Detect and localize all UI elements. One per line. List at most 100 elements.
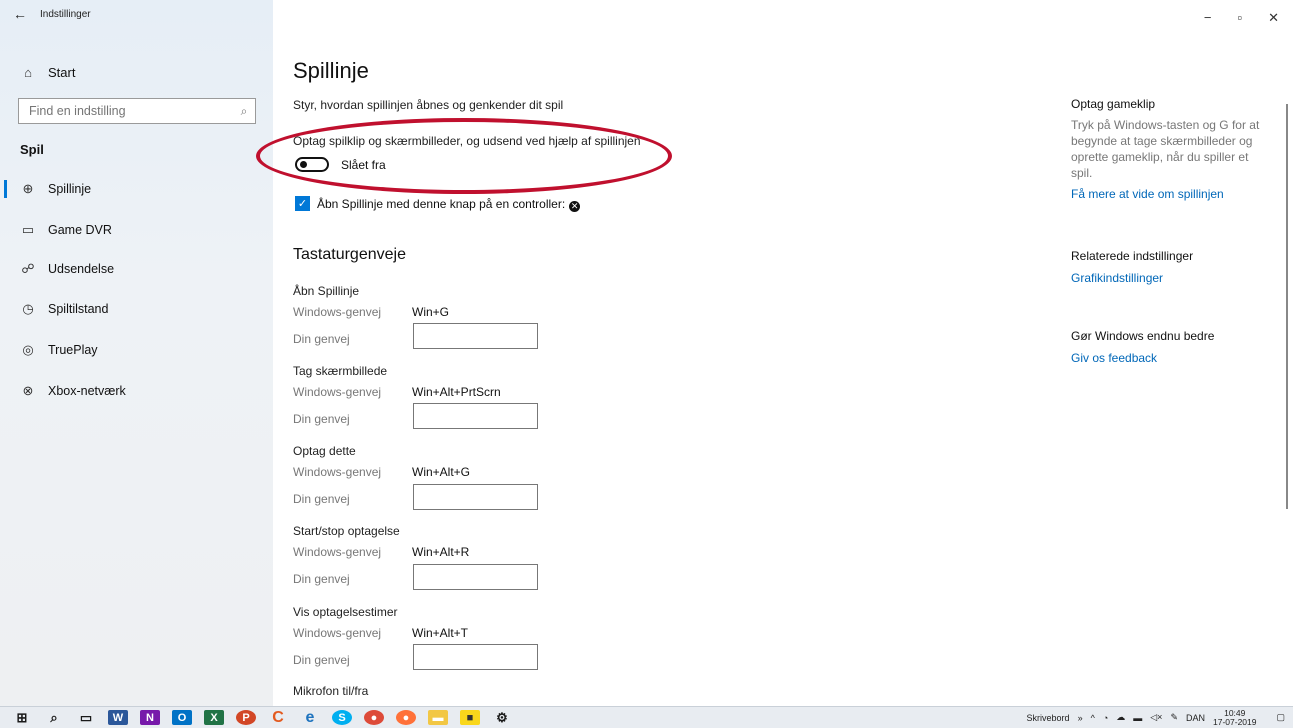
- shortcut-title: Vis optagelsestimer: [293, 605, 398, 619]
- system-tray: Skrivebord » ^ ◔ ☁ ▬ ◁× ✎ DAN 10:49 17-0…: [1027, 707, 1293, 728]
- game-mode-icon: ◷: [22, 301, 34, 316]
- game-dvr-icon: ▭: [21, 222, 35, 237]
- feedback-link[interactable]: Giv os feedback: [1071, 351, 1271, 365]
- minimize-icon[interactable]: −: [1204, 10, 1212, 26]
- shortcut-title: Tag skærmbillede: [293, 364, 388, 378]
- onedrive-icon[interactable]: ☁: [1116, 712, 1125, 723]
- battery-icon[interactable]: ▬: [1133, 713, 1142, 723]
- word-icon[interactable]: W: [108, 710, 128, 725]
- search-icon[interactable]: ⌕: [233, 104, 255, 119]
- sticky-notes-icon[interactable]: ■: [460, 710, 480, 725]
- custom-shortcut-input[interactable]: [413, 323, 538, 349]
- desktop-label[interactable]: Skrivebord: [1027, 713, 1070, 723]
- pen-icon[interactable]: ✎: [1170, 712, 1178, 723]
- windows-shortcut-value: Win+Alt+R: [412, 545, 470, 559]
- app-title: Indstillinger: [40, 8, 91, 20]
- file-explorer-icon[interactable]: ▬: [428, 710, 448, 725]
- graphics-settings-link[interactable]: Grafikindstillinger: [1071, 271, 1271, 285]
- custom-shortcut-input[interactable]: [413, 564, 538, 590]
- window-controls: − ▫ ✕: [1204, 10, 1279, 26]
- custom-shortcut-input[interactable]: [413, 644, 538, 670]
- controller-checkbox[interactable]: ✓: [295, 196, 310, 211]
- shortcut-title: Åbn Spillinje: [293, 284, 360, 298]
- shortcuts-title: Tastaturgenveje: [293, 246, 406, 263]
- sidebar-item-label: Spillinje: [48, 182, 92, 196]
- sidebar-item-spiltilstand[interactable]: ◷ Spiltilstand: [0, 295, 273, 323]
- xbox-icon: ⊗: [22, 383, 34, 398]
- chrome-icon[interactable]: ●: [364, 710, 384, 725]
- network-icon[interactable]: ◔: [1103, 713, 1108, 723]
- section-label: Spil: [20, 142, 44, 157]
- search-box[interactable]: ⌕: [18, 98, 256, 124]
- notifications-icon[interactable]: ▢: [1276, 712, 1285, 723]
- shortcut-title: Mikrofon til/fra: [293, 684, 369, 698]
- shortcut-title: Start/stop optagelse: [293, 524, 400, 538]
- windows-shortcut-label: Windows-genvej: [293, 385, 382, 399]
- scrollbar[interactable]: [1286, 104, 1288, 509]
- maximize-icon[interactable]: ▫: [1237, 10, 1242, 26]
- custom-shortcut-label: Din genvej: [293, 653, 350, 667]
- controller-checkbox-label: Åbn Spillinje med denne knap på en contr…: [317, 197, 581, 212]
- sidebar-item-label: TruePlay: [48, 343, 98, 357]
- shortcut-title: Optag dette: [293, 444, 356, 458]
- windows-shortcut-value: Win+Alt+T: [412, 626, 469, 640]
- windows-shortcut-label: Windows-genvej: [293, 626, 382, 640]
- edge-icon[interactable]: e: [300, 709, 320, 726]
- trueplay-icon: ◎: [22, 342, 34, 357]
- search-icon[interactable]: ⌕: [44, 710, 64, 725]
- windows-shortcut-value: Win+G: [412, 305, 450, 319]
- settings-gear-icon[interactable]: ⚙: [492, 710, 512, 725]
- custom-shortcut-input[interactable]: [413, 403, 538, 429]
- sidebar-item-game-dvr[interactable]: ▭ Game DVR: [0, 216, 273, 244]
- skype-icon[interactable]: S: [332, 710, 352, 725]
- sidebar-item-xbox-netvaerk[interactable]: ⊗ Xbox-netværk: [0, 377, 273, 405]
- game-bar-icon: ⊕: [22, 181, 34, 196]
- title-bar: ← Indstillinger: [0, 0, 273, 28]
- volume-muted-icon[interactable]: ◁×: [1150, 712, 1162, 723]
- tray-chevron-icon[interactable]: »: [1078, 713, 1083, 723]
- windows-shortcut-value: Win+Alt+G: [412, 465, 471, 479]
- gameclip-link[interactable]: Få mere at vide om spillinjen: [1071, 187, 1271, 201]
- custom-shortcut-input[interactable]: [413, 484, 538, 510]
- sidebar-item-udsendelse[interactable]: ☍ Udsendelse: [0, 255, 273, 283]
- nav-home[interactable]: ⌂ Start: [0, 58, 273, 86]
- checkbox-label-text: Åbn Spillinje med denne knap på en contr…: [317, 197, 566, 211]
- nav-home-label: Start: [48, 64, 76, 80]
- firefox-icon[interactable]: ●: [396, 710, 416, 725]
- powerpoint-icon[interactable]: P: [236, 710, 256, 725]
- windows-shortcut-value: Win+Alt+PrtScrn: [412, 385, 501, 399]
- page-title: Spillinje: [293, 58, 369, 83]
- gameclip-title: Optag gameklip: [1071, 97, 1156, 111]
- related-settings-panel: Relaterede indstillinger Grafikindstilli…: [1071, 249, 1271, 285]
- task-view-icon[interactable]: ▭: [76, 710, 96, 725]
- broadcast-icon: ☍: [21, 261, 35, 276]
- excel-icon[interactable]: X: [204, 710, 224, 725]
- gameclip-text: Tryk på Windows-tasten og G for at begyn…: [1071, 118, 1260, 180]
- sidebar-item-trueplay[interactable]: ◎ TruePlay: [0, 336, 273, 364]
- windows-shortcut-label: Windows-genvej: [293, 465, 382, 479]
- outlook-icon[interactable]: O: [172, 710, 192, 725]
- gameclip-panel: Optag gameklip Tryk på Windows-tasten og…: [1071, 97, 1271, 201]
- windows-shortcut-label: Windows-genvej: [293, 305, 382, 319]
- back-arrow-icon[interactable]: ←: [6, 3, 34, 25]
- clock-date: 17-07-2019: [1213, 716, 1257, 727]
- sidebar-item-label: Spiltilstand: [48, 302, 109, 316]
- taskbar: ⊞ ⌕ ▭ W N O X P C e S ● ● ▬ ■ ⚙ Skrivebo…: [0, 706, 1293, 728]
- close-icon[interactable]: ✕: [1268, 10, 1279, 26]
- related-title: Relaterede indstillinger: [1071, 249, 1194, 263]
- custom-shortcut-label: Din genvej: [293, 412, 350, 426]
- windows-start-icon[interactable]: ⊞: [12, 710, 32, 725]
- custom-shortcut-label: Din genvej: [293, 492, 350, 506]
- ccleaner-icon[interactable]: C: [268, 709, 288, 726]
- onenote-icon[interactable]: N: [140, 710, 160, 725]
- language-indicator[interactable]: DAN: [1186, 713, 1205, 723]
- windows-shortcut-label: Windows-genvej: [293, 545, 382, 559]
- clock[interactable]: 10:49 17-07-2019: [1213, 708, 1264, 727]
- search-input[interactable]: [27, 103, 233, 119]
- sidebar-item-spillinje[interactable]: ⊕ Spillinje: [0, 175, 273, 203]
- custom-shortcut-label: Din genvej: [293, 572, 350, 586]
- show-hidden-icons-icon[interactable]: ^: [1091, 713, 1095, 723]
- sidebar: ← Indstillinger ⌂ Start ⌕ Spil ⊕ Spillin…: [0, 0, 273, 706]
- improve-title: Gør Windows endnu bedre: [1071, 329, 1215, 343]
- home-icon: ⌂: [24, 64, 32, 80]
